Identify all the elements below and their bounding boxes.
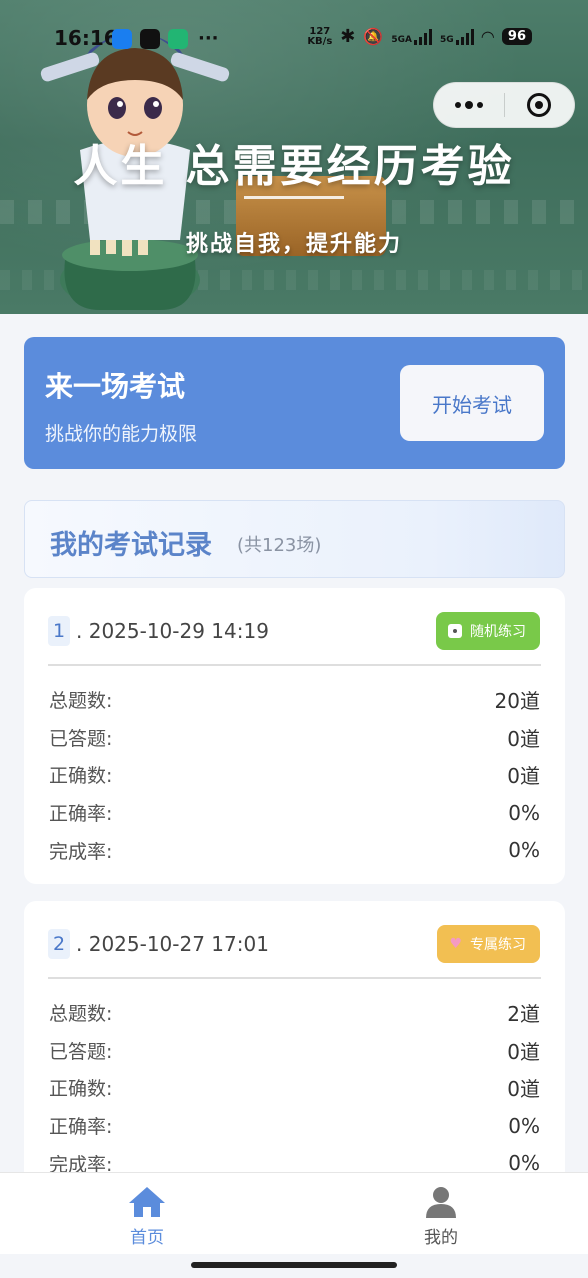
signal-5ga: 5GA — [391, 28, 432, 45]
record-tag-label: 随机练习 — [470, 624, 526, 640]
miniprogram-capsule — [433, 82, 575, 128]
record-index: 1 — [48, 616, 70, 646]
stat-label: 已答题: — [49, 727, 113, 750]
signal-5g: 5G — [440, 28, 474, 45]
stat-row: 总题数: 20道 — [49, 681, 540, 719]
record-card[interactable]: 2 . 2025-10-27 17:01 ♥ 专属练习 总题数: 2道 已答题:… — [24, 901, 565, 1197]
stat-label: 正确率: — [49, 1116, 113, 1139]
tiktok-icon — [140, 28, 160, 49]
banner-subtitle: 挑战自我，提升能力 — [185, 232, 402, 257]
mi-home-icon — [168, 28, 188, 49]
app-notification-icon — [112, 28, 132, 49]
stat-row: 完成率: 0% — [49, 831, 540, 869]
tab-mine-label: 我的 — [424, 1228, 458, 1248]
target-close-icon — [527, 93, 552, 117]
status-indicators: 127 KB/s ✱ 🔕 5GA 5G ◠ 96 — [307, 26, 532, 47]
net-speed: 127 KB/s — [307, 26, 333, 47]
stat-row: 总题数: 2道 — [49, 994, 540, 1032]
exam-card-subtitle: 挑战你的能力极限 — [45, 423, 198, 445]
status-more: ··· — [198, 28, 219, 49]
stat-value: 20道 — [494, 689, 540, 714]
stat-value: 0% — [508, 838, 540, 863]
stat-label: 正确率: — [49, 803, 113, 826]
record-divider — [48, 664, 541, 666]
header-banner: 16:16 ··· 127 KB/s ✱ 🔕 5GA 5G ◠ 96 人生 总需… — [0, 0, 588, 314]
record-stats: 总题数: 20道 已答题: 0道 正确数: 0道 正确率: 0% 完成率: 0% — [49, 681, 540, 869]
stat-label: 总题数: — [49, 690, 113, 713]
exam-card-title: 来一场考试 — [45, 370, 186, 403]
stat-label: 正确数: — [49, 1078, 113, 1101]
record-stats: 总题数: 2道 已答题: 0道 正确数: 0道 正确率: 0% 完成率: 0% — [49, 994, 540, 1182]
stat-label: 正确数: — [49, 765, 113, 788]
stat-row: 正确数: 0道 — [49, 756, 540, 794]
record-tag: 随机练习 — [436, 612, 540, 650]
net-speed-unit: KB/s — [307, 35, 333, 47]
close-miniprogram-button[interactable] — [505, 83, 575, 127]
stat-value: 0道 — [507, 1039, 540, 1064]
record-card[interactable]: 1 . 2025-10-29 14:19 随机练习 总题数: 20道 已答题: … — [24, 588, 565, 884]
exam-card: 来一场考试 挑战你的能力极限 开始考试 — [24, 337, 565, 469]
signal-bars-icon-2 — [455, 28, 474, 45]
stat-row: 正确率: 0% — [49, 1107, 540, 1145]
stat-label: 已答题: — [49, 1040, 113, 1063]
stat-value: 0道 — [507, 726, 540, 751]
stat-value: 2道 — [507, 1002, 540, 1027]
status-app-icons: ··· — [112, 28, 219, 49]
records-count: (共123场) — [237, 535, 322, 556]
banner-divider — [244, 196, 344, 199]
signal-bars-icon — [413, 28, 432, 45]
status-time: 16:16 — [54, 26, 118, 50]
tab-home-label: 首页 — [130, 1228, 164, 1248]
stat-label: 完成率: — [49, 840, 113, 863]
tab-mine[interactable]: 我的 — [294, 1173, 588, 1254]
stat-value: 0% — [508, 800, 540, 825]
record-index: 2 — [48, 929, 70, 959]
records-header: 我的考试记录 (共123场) — [24, 500, 565, 578]
more-menu-button[interactable] — [434, 83, 504, 127]
start-exam-button[interactable]: 开始考试 — [400, 365, 544, 441]
more-dots-icon — [454, 100, 483, 109]
banner-title: 人生 总需要经历考验 — [73, 141, 515, 192]
dice-icon — [448, 624, 462, 638]
home-icon — [129, 1187, 165, 1217]
record-date: . 2025-10-27 17:01 — [76, 932, 269, 956]
home-indicator[interactable] — [191, 1262, 397, 1268]
mute-bell-icon: 🔕 — [363, 27, 384, 46]
battery-indicator: 96 — [501, 28, 532, 45]
tab-home[interactable]: 首页 — [0, 1173, 294, 1254]
record-header: 1 . 2025-10-29 14:19 — [48, 616, 269, 646]
record-tag-label: 专属练习 — [470, 937, 526, 953]
stat-label: 总题数: — [49, 1003, 113, 1026]
wifi-icon: ◠ — [481, 27, 494, 46]
status-bar: 16:16 ··· 127 KB/s ✱ 🔕 5GA 5G ◠ 96 — [0, 0, 588, 70]
stat-row: 正确率: 0% — [49, 794, 540, 832]
stat-row: 已答题: 0道 — [49, 719, 540, 757]
bluetooth-icon: ✱ — [340, 26, 356, 47]
stat-row: 已答题: 0道 — [49, 1032, 540, 1070]
stat-value: 0% — [508, 1113, 540, 1138]
stat-value: 0道 — [507, 764, 540, 789]
heart-icon: ♥ — [449, 936, 462, 952]
user-icon — [426, 1187, 456, 1218]
record-date: . 2025-10-29 14:19 — [76, 619, 269, 643]
record-divider — [48, 977, 541, 979]
stat-value: 0道 — [507, 1077, 540, 1102]
bottom-tab-bar: 首页 我的 — [0, 1172, 588, 1254]
stat-row: 正确数: 0道 — [49, 1069, 540, 1107]
record-header: 2 . 2025-10-27 17:01 — [48, 929, 269, 959]
records-title: 我的考试记录 — [50, 530, 212, 561]
record-tag: ♥ 专属练习 — [437, 925, 540, 963]
